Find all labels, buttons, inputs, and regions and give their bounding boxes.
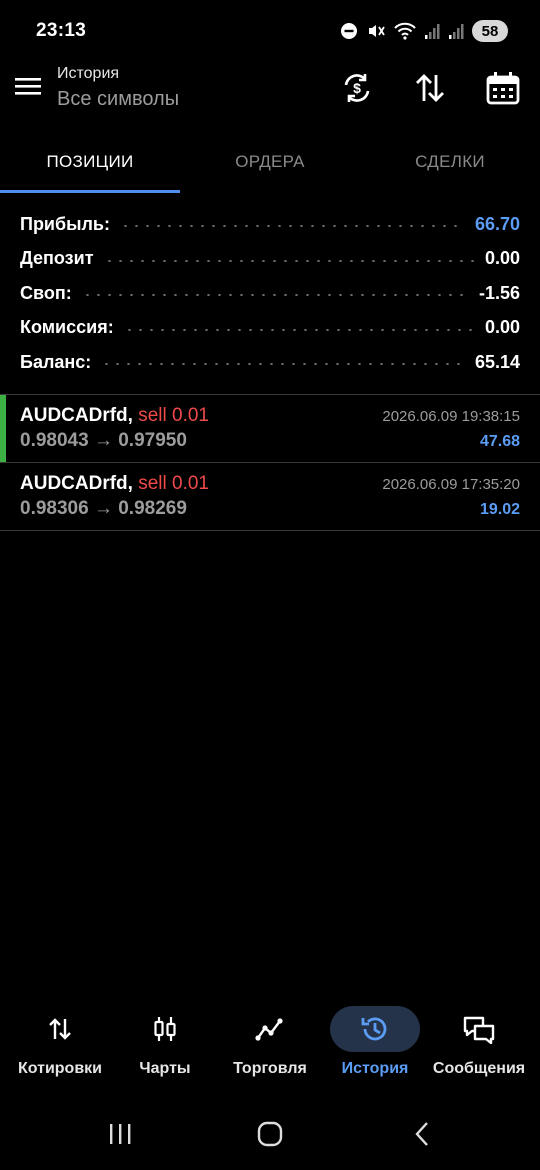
- positions-list: AUDCADrfd, sell 0.01 0.98043 → 0.97950 2…: [0, 394, 540, 531]
- history-icon: [361, 1017, 387, 1041]
- menu-button[interactable]: [14, 74, 44, 102]
- deal-side: sell 0.01: [138, 405, 209, 426]
- summary-label: Баланс:: [20, 351, 92, 372]
- home-icon: [257, 1121, 283, 1147]
- dotted-leader: [119, 225, 465, 228]
- menu-icon: [15, 78, 41, 95]
- nav-item-quotes[interactable]: Котировки: [15, 1004, 105, 1084]
- nav-icon-wrap: [434, 1006, 524, 1052]
- summary-value: 66.70: [474, 213, 520, 234]
- app-screen: 23:13 58 История Все символы $ ПОЗИЦИИ О…: [0, 0, 540, 1170]
- do-not-disturb-icon: [340, 22, 358, 40]
- summary-row-commission: Комиссия: 0.00: [0, 311, 540, 346]
- summary-label: Своп:: [20, 282, 72, 303]
- dotted-leader: [123, 328, 475, 331]
- position-marker: [0, 395, 6, 462]
- header-titles[interactable]: История Все символы: [57, 64, 179, 114]
- app-header: История Все символы $: [0, 62, 540, 126]
- nav-item-history[interactable]: История: [330, 1004, 420, 1084]
- deal-symbol: AUDCADrfd,: [20, 405, 133, 426]
- deal-time: 2026.06.09 19:38:15: [382, 408, 520, 425]
- currency-exchange-icon: $: [344, 74, 370, 102]
- summary-row-deposit: Депозит 0.00: [0, 242, 540, 277]
- nav-icon-wrap: [330, 1006, 420, 1052]
- svg-text:$: $: [353, 80, 361, 96]
- summary-row-swap: Своп: -1.56: [0, 276, 540, 311]
- status-bar: 23:13 58: [0, 0, 540, 62]
- messages-icon: [463, 1016, 495, 1044]
- dotted-leader: [81, 294, 469, 297]
- calendar-icon: [486, 72, 520, 105]
- nav-label: История: [341, 1060, 409, 1077]
- nav-label: Сообщения: [432, 1060, 526, 1077]
- deal-symbol: AUDCADrfd,: [20, 473, 133, 494]
- back-icon: [415, 1122, 428, 1146]
- summary-value: 0.00: [484, 317, 520, 338]
- deal-profit: 19.02: [479, 501, 520, 518]
- sort-icon: [416, 74, 444, 102]
- sort-button[interactable]: [410, 68, 450, 108]
- candles-icon: [154, 1017, 176, 1041]
- summary-value: -1.56: [478, 282, 520, 303]
- deal-prices: 0.98306 → 0.98269: [20, 498, 187, 519]
- deal-header: AUDCADrfd, sell 0.01: [20, 405, 209, 427]
- mute-icon: [366, 21, 386, 41]
- tab-orders[interactable]: ОРДЕРА: [180, 140, 360, 184]
- tab-bar: ПОЗИЦИИ ОРДЕРА СДЕЛКИ: [0, 140, 540, 194]
- deal-header: AUDCADrfd, sell 0.01: [20, 473, 209, 495]
- system-navigation: [0, 1108, 540, 1160]
- nav-label: Чарты: [139, 1060, 191, 1077]
- status-icons: 58: [340, 19, 508, 43]
- tab-deals[interactable]: СДЕЛКИ: [360, 140, 540, 184]
- nav-label: Торговля: [233, 1060, 307, 1077]
- nav-icon-wrap: [15, 1006, 105, 1052]
- summary-row-balance: Баланс: 65.14: [0, 345, 540, 380]
- summary-value: 0.00: [484, 248, 520, 269]
- summary-label: Прибыль:: [20, 213, 110, 234]
- deal-time: 2026.06.09 17:35:20: [382, 476, 520, 493]
- nav-item-charts[interactable]: Чарты: [120, 1004, 210, 1084]
- dotted-leader: [103, 259, 475, 262]
- deal-prices: 0.98043 → 0.97950: [20, 430, 187, 451]
- currency-exchange-button[interactable]: $: [337, 68, 377, 108]
- summary-value: 65.14: [474, 351, 520, 372]
- quotes-icon: [49, 1018, 71, 1040]
- list-item[interactable]: AUDCADrfd, sell 0.01 0.98043 → 0.97950 2…: [0, 394, 540, 462]
- bottom-navigation: Котировки Чарты Торговля История Сообщен…: [0, 1004, 540, 1084]
- list-item[interactable]: AUDCADrfd, sell 0.01 0.98306 → 0.98269 2…: [0, 462, 540, 531]
- deal-profit: 47.68: [479, 433, 520, 450]
- summary-block: Прибыль: 66.70 Депозит 0.00 Своп: -1.56 …: [0, 207, 540, 380]
- recent-apps-button[interactable]: [100, 1120, 140, 1148]
- nav-label: Котировки: [17, 1060, 103, 1077]
- calendar-button[interactable]: [483, 68, 523, 108]
- signal-icon-2: [448, 22, 464, 40]
- recent-apps-icon: [110, 1124, 131, 1144]
- signal-icon: [424, 22, 440, 40]
- battery-badge: 58: [472, 20, 508, 42]
- page-title: История: [57, 65, 120, 82]
- tab-positions[interactable]: ПОЗИЦИИ: [0, 140, 180, 184]
- trade-icon: [255, 1018, 283, 1041]
- wifi-icon: [394, 22, 416, 40]
- back-button[interactable]: [402, 1120, 442, 1148]
- summary-row-profit: Прибыль: 66.70: [0, 207, 540, 242]
- nav-item-messages[interactable]: Сообщения: [430, 1004, 528, 1084]
- nav-icon-wrap: [225, 1006, 315, 1052]
- deal-side: sell 0.01: [138, 473, 209, 494]
- dotted-leader: [101, 363, 465, 366]
- tab-indicator: [0, 190, 180, 193]
- home-button[interactable]: [250, 1120, 290, 1148]
- nav-item-trade[interactable]: Торговля: [225, 1004, 315, 1084]
- summary-label: Комиссия:: [20, 317, 114, 338]
- summary-label: Депозит: [20, 248, 94, 269]
- symbol-filter: Все символы: [57, 88, 180, 110]
- status-time: 23:13: [36, 20, 87, 41]
- nav-icon-wrap: [120, 1006, 210, 1052]
